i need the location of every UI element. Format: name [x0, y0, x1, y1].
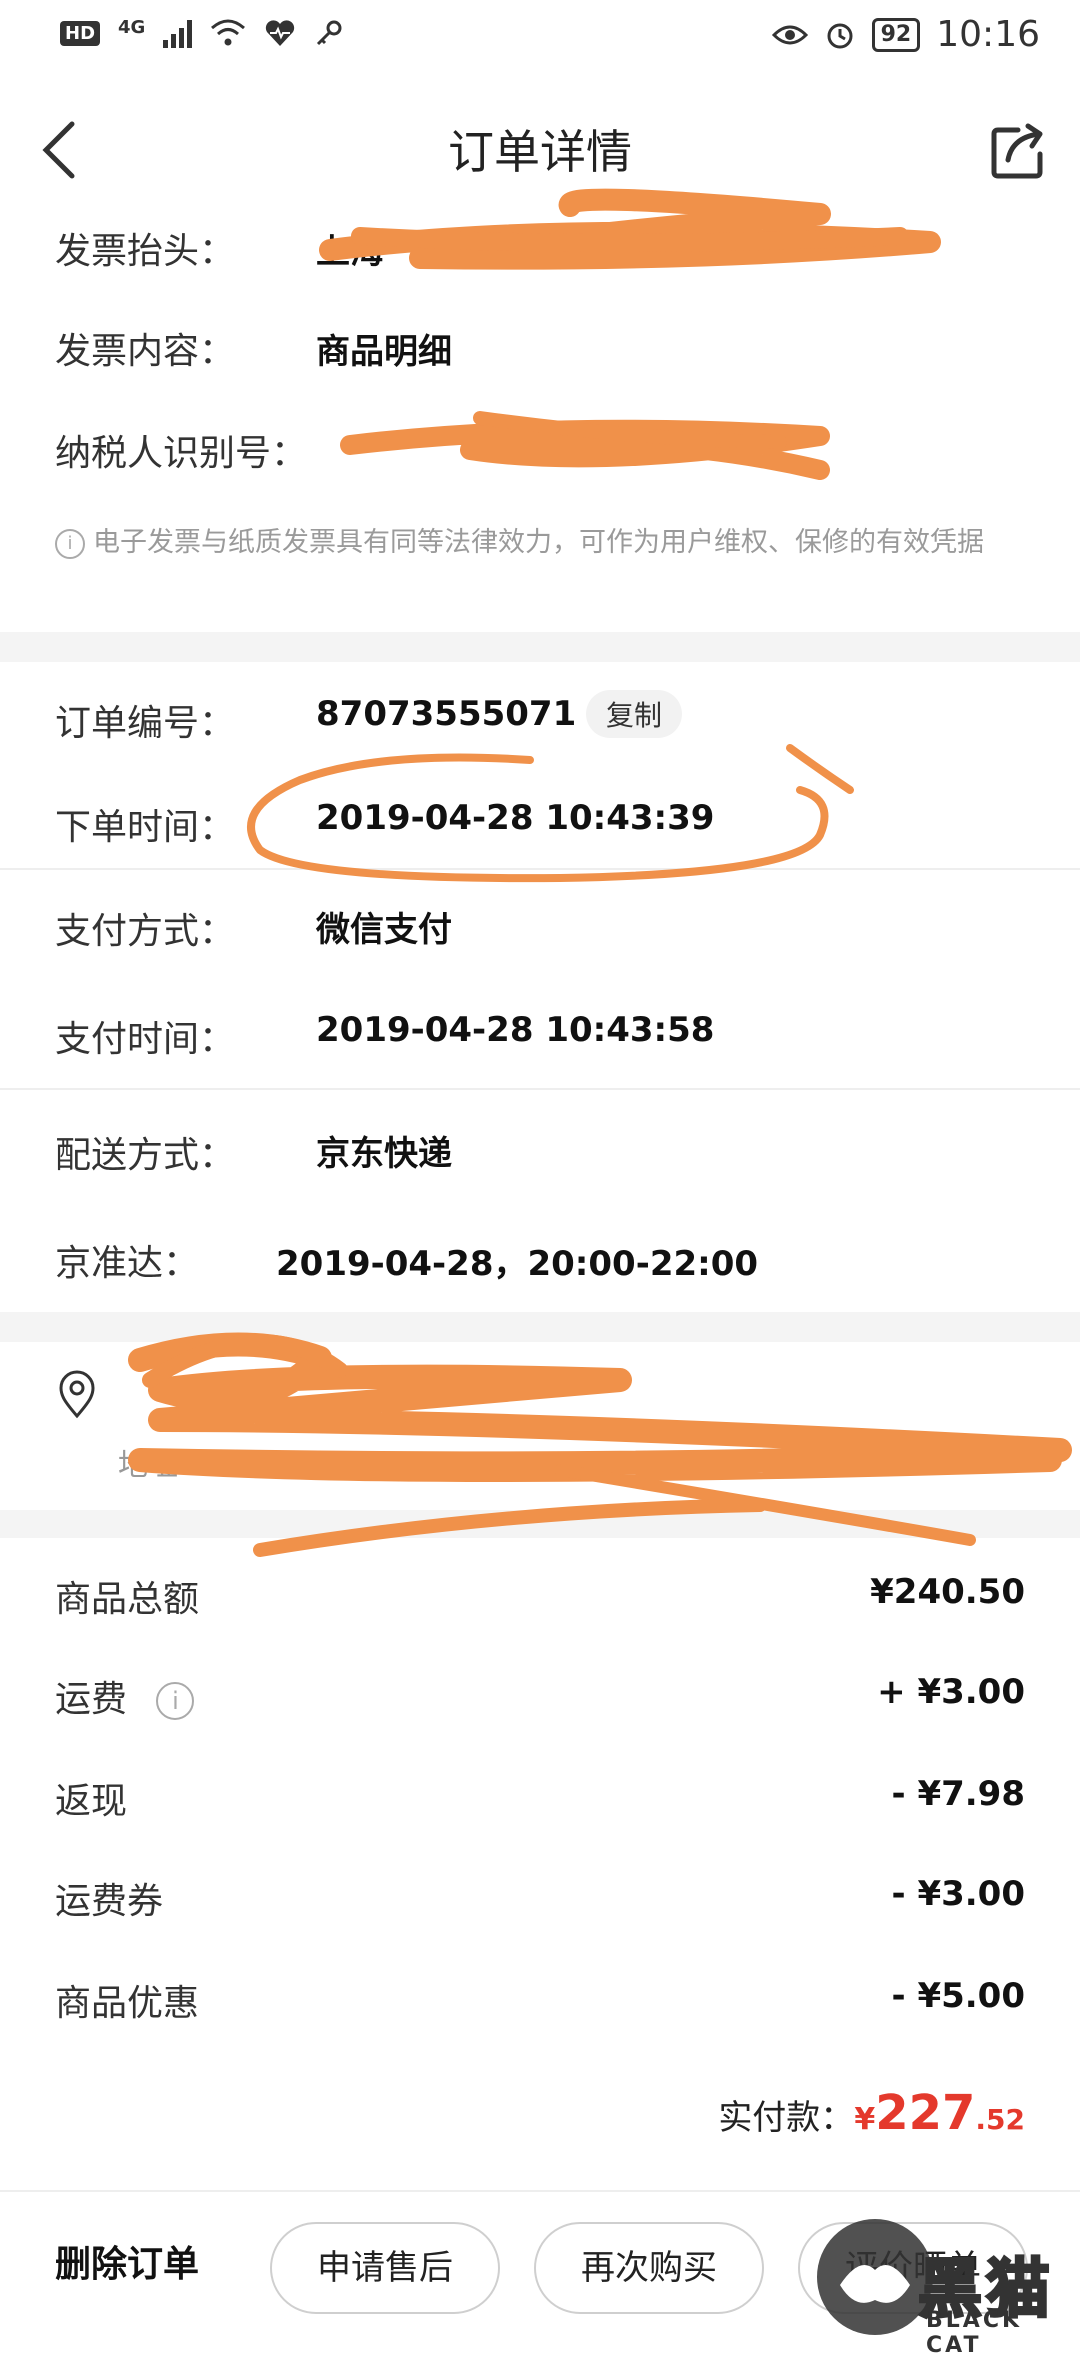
section-gap [0, 632, 1080, 662]
actual-payment: 实付款：¥227.52 [718, 2085, 1025, 2141]
section-gap [0, 1510, 1080, 1538]
alarm-icon [827, 23, 853, 48]
eye-icon [771, 25, 808, 44]
tax-id-label: 纳税人识别号： [55, 433, 308, 474]
summary-label-shipping-coupon: 运费券 [55, 1881, 164, 1922]
watermark-sub: BLACK CAT [926, 2308, 1023, 2358]
shipping-label-text: 运费 [55, 1679, 128, 1720]
clock: 10:16 [936, 14, 1040, 55]
key-icon [317, 20, 342, 46]
summary-label-total: 商品总额 [55, 1579, 200, 1620]
delivery-eta-label: 京准达： [55, 1243, 200, 1284]
order-number-label: 订单编号： [55, 703, 236, 744]
hd-badge: HD [60, 20, 101, 46]
invoice-content-label: 发票内容： [55, 331, 236, 372]
summary-label-discount: 商品优惠 [55, 1983, 200, 2024]
invoice-title-value: 上海 [316, 232, 384, 272]
health-heart-icon [266, 20, 295, 46]
rebuy-button[interactable]: 再次购买 [534, 2222, 764, 2314]
order-number-value: 87073555071 [316, 694, 577, 734]
address-line: 地址 [118, 1448, 178, 1483]
invoice-title-label: 发票抬头： [55, 231, 236, 272]
invoice-content-value: 商品明细 [316, 332, 452, 372]
info-icon: i [55, 528, 85, 559]
delivery-eta-value: 2019-04-28，20:00-22:00 [276, 1244, 759, 1284]
summary-value-total: ¥240.50 [870, 1572, 1025, 1612]
status-left: HD 4G [60, 16, 344, 48]
pay-method-value: 微信支付 [316, 910, 452, 950]
divider [0, 1088, 1080, 1090]
network-label: 4G [118, 16, 146, 38]
status-bar: HD 4G 92 10:16 [0, 0, 1080, 80]
summary-label-cashback: 返现 [55, 1781, 128, 1822]
delivery-method-value: 京东快递 [316, 1134, 452, 1174]
summary-value-cashback: - ¥7.98 [891, 1774, 1026, 1814]
location-pin-icon [59, 1370, 95, 1419]
actual-amount-int: 227 [875, 2085, 976, 2141]
delete-order-button[interactable]: 删除订单 [55, 2235, 199, 2287]
summary-value-shipping-coupon: - ¥3.00 [891, 1874, 1026, 1914]
page-title: 订单详情 [448, 125, 632, 179]
actual-currency: ¥ [854, 2102, 876, 2137]
invoice-note-text: 电子发票与纸质发票具有同等法律效力，可作为用户维权、保修的有效凭据 [93, 527, 984, 558]
delivery-method-label: 配送方式： [55, 1135, 236, 1176]
battery-indicator: 92 [871, 17, 921, 52]
pay-time-value: 2019-04-28 10:43:58 [316, 1010, 715, 1050]
shipping-info-icon[interactable]: i [156, 1682, 195, 1720]
summary-label-shipping: 运费 i [55, 1670, 202, 1722]
summary-value-shipping: + ¥3.00 [877, 1672, 1025, 1712]
summary-value-discount: - ¥5.00 [891, 1976, 1026, 2016]
pay-method-label: 支付方式： [55, 911, 236, 952]
section-gap [0, 1312, 1080, 1342]
actual-payment-label: 实付款： [718, 2098, 855, 2138]
order-time-label: 下单时间： [55, 807, 236, 848]
invoice-note: i 电子发票与纸质发票具有同等法律效力，可作为用户维权、保修的有效凭据 [55, 522, 1045, 564]
share-icon[interactable] [990, 120, 1050, 180]
wifi-icon [211, 19, 246, 46]
order-time-value: 2019-04-28 10:43:39 [316, 798, 715, 838]
signal-icon [163, 18, 193, 48]
after-sale-button[interactable]: 申请售后 [270, 2222, 500, 2314]
status-right: 92 10:16 [771, 14, 1040, 55]
copy-button[interactable]: 复制 [586, 690, 683, 738]
pay-time-label: 支付时间： [55, 1019, 236, 1060]
divider [0, 868, 1080, 870]
actual-amount-dec: .52 [975, 2103, 1025, 2136]
